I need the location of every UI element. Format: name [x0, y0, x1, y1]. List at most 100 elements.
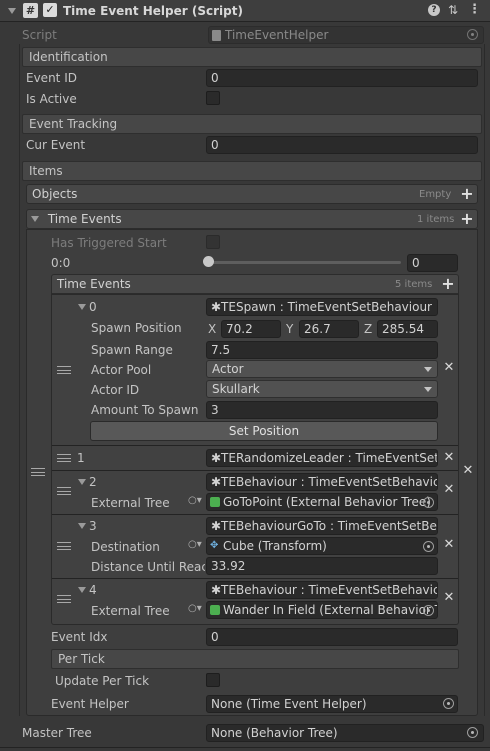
remove-element-button[interactable]: ✕: [462, 464, 474, 477]
enabled-checkbox[interactable]: ✓: [43, 3, 57, 17]
spawn-range-label: Spawn Range: [91, 343, 173, 357]
add-inner-event-button[interactable]: +: [441, 276, 455, 292]
event-separator: [52, 514, 458, 515]
event-idx-field[interactable]: 0: [206, 628, 458, 646]
is-active-checkbox[interactable]: [206, 91, 220, 105]
event-0-foldout-icon[interactable]: [78, 304, 86, 310]
event-helper-field[interactable]: None (Time Event Helper): [206, 695, 458, 713]
event-1-remove-button[interactable]: ✕: [443, 451, 455, 464]
object-picker-icon[interactable]: [423, 497, 434, 508]
event-0-index: 0: [89, 300, 97, 314]
element-drag-handle-icon[interactable]: [31, 468, 45, 476]
spawn-y-field[interactable]: 26.7: [299, 320, 359, 338]
update-per-tick-label: Update Per Tick: [55, 674, 150, 688]
script-label: Script: [22, 28, 57, 42]
search-icon[interactable]: ○▾: [188, 603, 202, 615]
spawn-z-label: Z: [364, 322, 373, 336]
event-id-label: Event ID: [26, 71, 77, 85]
event-2-field-value: GoToPoint (External Behavior Tree): [223, 495, 431, 509]
component-title: Time Event Helper (Script): [63, 4, 243, 18]
event-id-field[interactable]: 0: [206, 69, 478, 87]
time-events-foldout-icon[interactable]: [31, 216, 39, 222]
object-picker-icon: [467, 29, 478, 40]
event-2-field-label: External Tree: [91, 496, 170, 510]
event-2-foldout-icon[interactable]: [78, 479, 86, 485]
slider-track[interactable]: [208, 261, 401, 264]
event-4-drag-handle-icon[interactable]: [57, 595, 71, 603]
event-2-object-field[interactable]: GoToPoint (External Behavior Tree): [206, 493, 438, 511]
actor-id-dropdown[interactable]: Skullark: [206, 380, 438, 398]
event-2-ref-field[interactable]: ✱TEBehaviour : TimeEventSetBehavic: [206, 473, 438, 491]
event-0-remove-button[interactable]: ✕: [443, 361, 455, 374]
chevron-down-icon: [424, 387, 432, 392]
is-active-label: Is Active: [26, 92, 77, 106]
spawn-z-field[interactable]: 285.54: [377, 320, 438, 338]
event-1-index: 1: [77, 451, 85, 465]
event-4-ref-field[interactable]: ✱TEBehaviour : TimeEventSetBehavic: [206, 581, 438, 599]
amount-to-spawn-field[interactable]: 3: [206, 401, 438, 419]
event-3-ref-field[interactable]: ✱TEBehaviourGoTo : TimeEventSetBe: [206, 517, 438, 535]
outer-box-left: [19, 44, 20, 716]
spawn-x-field[interactable]: 70.2: [221, 320, 281, 338]
event-4-foldout-icon[interactable]: [78, 587, 86, 593]
chevron-down-icon: [424, 367, 432, 372]
objects-count: Empty: [419, 189, 452, 200]
add-object-button[interactable]: +: [460, 186, 474, 202]
actor-id-value: Skullark: [212, 382, 260, 396]
event-2-drag-handle-icon[interactable]: [57, 487, 71, 495]
spawn-range-field[interactable]: 7.5: [206, 341, 438, 359]
master-tree-label: Master Tree: [22, 726, 92, 740]
event-3-remove-button[interactable]: ✕: [443, 538, 455, 551]
object-picker-icon[interactable]: [443, 698, 454, 709]
actor-id-label: Actor ID: [91, 383, 140, 397]
event-3-field-label: Destination: [91, 540, 160, 554]
slider-thumb[interactable]: [203, 256, 214, 267]
slider-value-field[interactable]: 0: [407, 254, 458, 272]
event-4-remove-button[interactable]: ✕: [443, 591, 455, 604]
master-tree-field[interactable]: None (Behavior Tree): [206, 724, 484, 742]
help-icon[interactable]: ?: [428, 4, 440, 16]
search-icon[interactable]: ○▾: [188, 495, 202, 507]
amount-to-spawn-label: Amount To Spawn: [91, 403, 199, 417]
event-3-object-field[interactable]: ✥ Cube (Transform): [206, 537, 438, 555]
set-position-button[interactable]: Set Position: [90, 421, 438, 441]
object-picker-icon[interactable]: [423, 541, 434, 552]
bottom-divider: [0, 747, 490, 748]
event-idx-label: Event Idx: [51, 630, 108, 644]
event-0-drag-handle-icon[interactable]: [57, 366, 71, 374]
event-0-ref-field[interactable]: ✱TESpawn : TimeEventSetBehaviour: [206, 298, 438, 316]
context-menu-icon[interactable]: ⋮: [468, 2, 481, 18]
search-icon[interactable]: ○▾: [188, 539, 202, 551]
add-time-event-button[interactable]: +: [460, 211, 474, 227]
presets-icon[interactable]: ⇅: [448, 2, 458, 18]
object-picker-icon[interactable]: [467, 727, 478, 738]
event-3-drag-handle-icon[interactable]: [57, 542, 71, 550]
time-events-header[interactable]: Time Events: [26, 209, 478, 229]
distance-until-reach-field[interactable]: 33.92: [206, 557, 438, 575]
event-3-foldout-icon[interactable]: [78, 523, 86, 529]
per-tick-header: Per Tick: [51, 649, 459, 669]
cur-event-label: Cur Event: [26, 138, 86, 152]
foldout-arrow-icon[interactable]: [8, 8, 16, 14]
script-field: TimeEventHelper: [208, 26, 484, 44]
object-picker-icon[interactable]: [423, 605, 434, 616]
script-value: TimeEventHelper: [225, 28, 329, 42]
event-separator: [52, 445, 458, 446]
event-1-ref-field[interactable]: ✱TERandomizeLeader : TimeEventSet: [206, 449, 438, 467]
slider-label: 0:0: [51, 256, 71, 270]
inner-time-events-label: Time Events: [57, 277, 131, 291]
actor-pool-dropdown[interactable]: Actor: [206, 360, 438, 378]
event-2-remove-button[interactable]: ✕: [443, 483, 455, 496]
objects-list-header[interactable]: Objects: [26, 184, 478, 204]
cur-event-field[interactable]: 0: [206, 136, 478, 154]
update-per-tick-checkbox[interactable]: [206, 673, 220, 687]
event-4-object-field[interactable]: Wander In Field (External Behavior T: [206, 601, 438, 619]
event-4-field-label: External Tree: [91, 604, 170, 618]
event-helper-label: Event Helper: [51, 697, 129, 711]
has-triggered-checkbox: [206, 235, 220, 249]
objects-label: Objects: [32, 187, 78, 201]
identification-header: Identification: [22, 47, 482, 67]
time-events-count: 1 items: [417, 214, 455, 225]
event-1-drag-handle-icon[interactable]: [57, 454, 71, 462]
event-3-index: 3: [89, 519, 97, 533]
